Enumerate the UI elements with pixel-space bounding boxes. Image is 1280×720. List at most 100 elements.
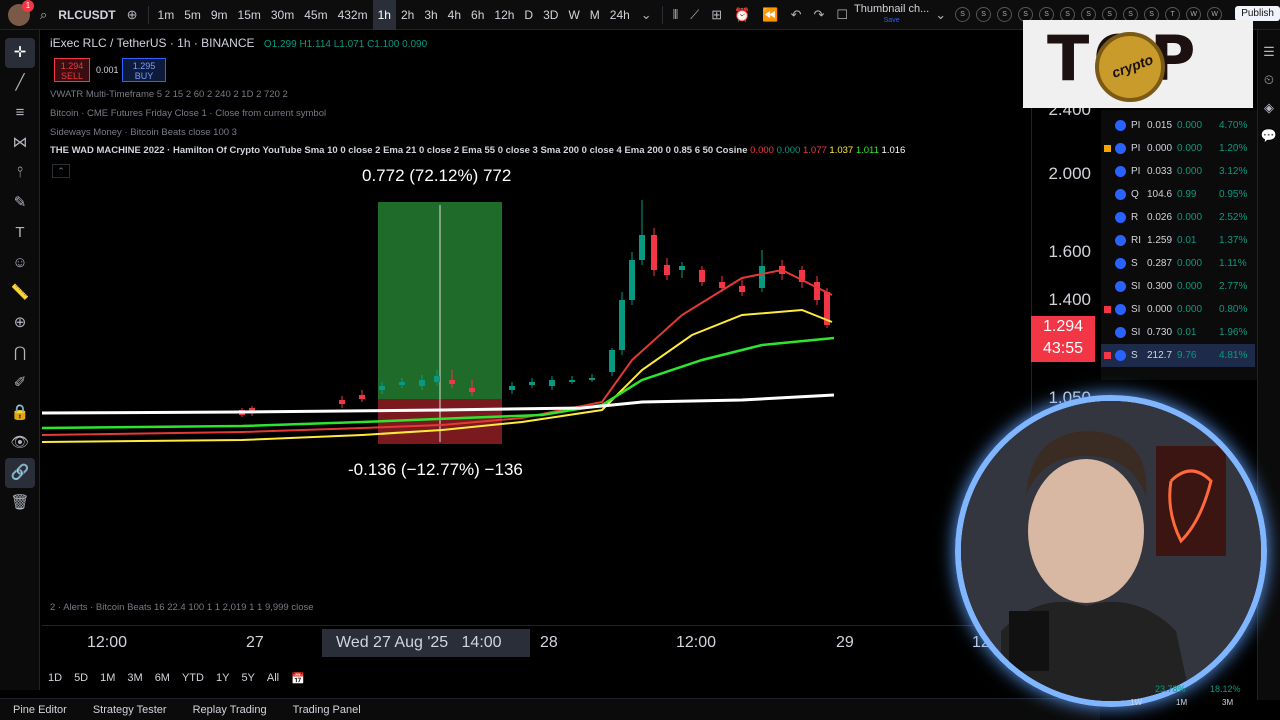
watchlist-row[interactable]: SI 0.730 0.01 1.96% bbox=[1101, 321, 1255, 344]
layers-icon[interactable]: ◈ bbox=[1258, 94, 1280, 122]
watchlist-row[interactable]: PI 0.033 0.000 3.12% bbox=[1101, 160, 1255, 183]
quick-button[interactable]: S bbox=[997, 7, 1013, 22]
timeframe-3d[interactable]: 3D bbox=[538, 0, 563, 30]
timeframe-1h[interactable]: 1h bbox=[372, 0, 396, 30]
layout-name[interactable]: Thumbnail ch... Save bbox=[854, 3, 929, 26]
range-all[interactable]: All bbox=[261, 672, 285, 684]
zoom-icon[interactable]: ⊕ bbox=[0, 308, 40, 338]
quick-button[interactable]: S bbox=[955, 7, 971, 22]
timeframe-5m[interactable]: 5m bbox=[179, 0, 206, 30]
watchlist-row[interactable]: S 212.7 9.76 4.81% bbox=[1101, 344, 1255, 367]
goto-date-icon[interactable]: 📅 bbox=[285, 672, 311, 685]
indicator-cme[interactable]: Bitcoin · CME Futures Friday Close 1 · C… bbox=[50, 108, 326, 119]
watchlist-row[interactable]: R 0.026 0.000 2.52% bbox=[1101, 206, 1255, 229]
symbol-search[interactable]: RLCUSDT bbox=[53, 0, 120, 30]
indicator-alerts[interactable]: 2 · Alerts · Bitcoin Beats 16 22.4 100 1… bbox=[50, 602, 314, 613]
lock-icon[interactable]: 🔒 bbox=[0, 398, 40, 428]
redo-icon[interactable]: ↷ bbox=[807, 7, 830, 23]
replay-icon[interactable]: ⏪ bbox=[756, 7, 784, 23]
timeframe-9m[interactable]: 9m bbox=[206, 0, 233, 30]
timeframe-d[interactable]: D bbox=[519, 0, 538, 30]
ruler-icon[interactable]: 📏 bbox=[0, 278, 40, 308]
watchlist-row[interactable]: RI 1.259 0.01 1.37% bbox=[1101, 229, 1255, 252]
timeframe-24h[interactable]: 24h bbox=[605, 0, 635, 30]
indicator-sideways[interactable]: Sideways Money · Bitcoin Beats close 100… bbox=[50, 127, 237, 138]
watchlist-row[interactable]: Q 104.6 0.99 0.95% bbox=[1101, 183, 1255, 206]
indicators-icon[interactable]: ⟋ bbox=[684, 7, 705, 23]
range-5d[interactable]: 5D bbox=[68, 672, 94, 684]
timeframe-45m[interactable]: 45m bbox=[299, 0, 332, 30]
layout-dropdown-icon[interactable]: ⌄ bbox=[929, 7, 952, 23]
range-1y[interactable]: 1Y bbox=[210, 672, 235, 684]
emoji-icon[interactable]: ☺ bbox=[0, 248, 40, 278]
watchlist-row[interactable]: S 0.287 0.000 1.11% bbox=[1101, 252, 1255, 275]
publish-button[interactable]: Publish bbox=[1235, 6, 1280, 21]
fib-icon[interactable]: ≡ bbox=[0, 98, 40, 128]
link-icon[interactable]: 🔗 bbox=[5, 458, 35, 488]
timeframe-2h[interactable]: 2h bbox=[396, 0, 419, 30]
timeframe-4h[interactable]: 4h bbox=[443, 0, 466, 30]
timeframe-30m[interactable]: 30m bbox=[266, 0, 299, 30]
add-symbol-icon[interactable]: ⊕ bbox=[121, 7, 144, 23]
timeframe-6h[interactable]: 6h bbox=[466, 0, 489, 30]
crosshair-icon[interactable]: ✛ bbox=[5, 38, 35, 68]
symbol-title[interactable]: iExec RLC / TetherUS · 1h · BINANCE bbox=[50, 36, 255, 50]
chat-icon[interactable]: 💬 bbox=[1258, 122, 1280, 150]
date-range-bar: 1D 5D 1M 3M 6M YTD 1Y 5Y All 📅 bbox=[42, 664, 311, 692]
candle-body bbox=[814, 282, 820, 300]
sell-button[interactable]: 1.294 SELL bbox=[54, 58, 90, 82]
trendline-icon[interactable]: ╱ bbox=[0, 68, 40, 98]
alert-icon[interactable]: ⏰ bbox=[728, 7, 756, 23]
flag-icon[interactable] bbox=[1104, 306, 1111, 313]
indicator-vwatr[interactable]: VWATR Multi-Timeframe 5 2 15 2 60 2 240 … bbox=[50, 89, 288, 100]
range-3m[interactable]: 3M bbox=[121, 672, 148, 684]
watchlist-icon[interactable]: ☰ bbox=[1258, 38, 1280, 66]
timeframe-12h[interactable]: 12h bbox=[489, 0, 519, 30]
prediction-icon[interactable]: ⫯ bbox=[0, 158, 40, 188]
text-icon[interactable]: T bbox=[0, 218, 40, 248]
timeframe-m[interactable]: M bbox=[585, 0, 605, 30]
alerts-clock-icon[interactable]: ⏲ bbox=[1258, 66, 1280, 94]
range-1d[interactable]: 1D bbox=[42, 672, 68, 684]
lock-drawing-icon[interactable]: ✐ bbox=[0, 368, 40, 398]
watchlist-row[interactable]: SI 0.300 0.000 2.77% bbox=[1101, 275, 1255, 298]
chart-canvas[interactable] bbox=[42, 30, 1030, 625]
collapse-legend-icon[interactable]: ⌃ bbox=[52, 164, 70, 178]
watchlist-row[interactable]: SI 0.000 0.000 0.80% bbox=[1101, 298, 1255, 321]
search-icon[interactable]: ⌕ bbox=[34, 7, 53, 23]
range-ytd[interactable]: YTD bbox=[176, 672, 210, 684]
eye-icon[interactable]: 👁 bbox=[0, 428, 40, 458]
bottom-tab-2[interactable]: Replay Trading bbox=[180, 704, 280, 716]
trash-icon[interactable]: 🗑 bbox=[0, 488, 40, 518]
brush-icon[interactable]: ✎ bbox=[0, 188, 40, 218]
bottom-tab-1[interactable]: Strategy Tester bbox=[80, 704, 180, 716]
range-5y[interactable]: 5Y bbox=[235, 672, 260, 684]
layout-checkbox-icon[interactable]: ☐ bbox=[830, 7, 854, 23]
timeframe-w[interactable]: W bbox=[563, 0, 584, 30]
timeframe-1m[interactable]: 1m bbox=[153, 0, 180, 30]
bottom-tab-3[interactable]: Trading Panel bbox=[280, 704, 374, 716]
templates-icon[interactable]: ⊞ bbox=[705, 7, 728, 23]
right-sidebar: ☰ ⏲ ◈ 💬 bbox=[1257, 30, 1280, 700]
range-6m[interactable]: 6M bbox=[149, 672, 176, 684]
quick-button[interactable]: S bbox=[976, 7, 992, 22]
timeframe-15m[interactable]: 15m bbox=[233, 0, 266, 30]
watchlist-row[interactable]: PI 0.000 0.000 1.20% bbox=[1101, 137, 1255, 160]
user-avatar[interactable]: 1 bbox=[8, 0, 34, 26]
time-axis[interactable]: 12:00 27 Wed 27 Aug '25 14:00 28 12:00 2… bbox=[42, 625, 1030, 660]
buy-button[interactable]: 1.295 BUY bbox=[122, 58, 166, 82]
timeframe-432m[interactable]: 432m bbox=[333, 0, 373, 30]
magnet-icon[interactable]: ⋂ bbox=[0, 338, 40, 368]
webcam-overlay bbox=[955, 395, 1267, 707]
chart-type-icon[interactable]: ⫴ bbox=[667, 7, 684, 23]
watchlist-row[interactable]: PI 0.015 0.000 4.70% bbox=[1101, 114, 1255, 137]
range-1m[interactable]: 1M bbox=[94, 672, 121, 684]
timeframe-dropdown-icon[interactable]: ⌄ bbox=[635, 7, 658, 23]
undo-icon[interactable]: ↶ bbox=[785, 7, 808, 23]
flag-icon[interactable] bbox=[1104, 145, 1111, 152]
timeframe-3h[interactable]: 3h bbox=[419, 0, 442, 30]
pattern-icon[interactable]: ⋈ bbox=[0, 128, 40, 158]
indicator-wad-machine[interactable]: THE WAD MACHINE 2022 · Hamilton Of Crypt… bbox=[50, 145, 905, 156]
flag-icon[interactable] bbox=[1104, 352, 1111, 359]
bottom-tab-0[interactable]: Pine Editor bbox=[0, 704, 80, 716]
